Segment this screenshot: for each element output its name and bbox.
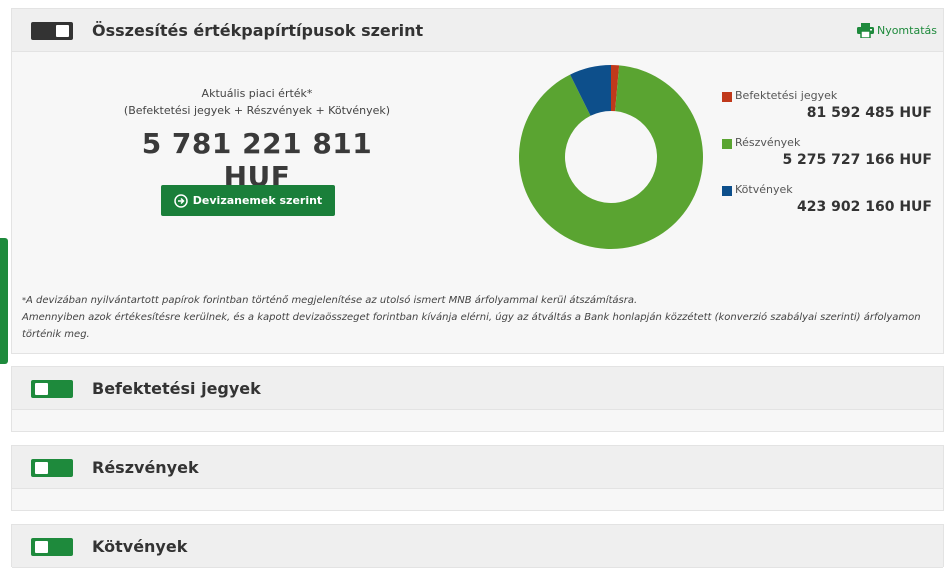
- section-title: Részvények: [92, 458, 199, 477]
- section-title: Kötvények: [92, 537, 188, 556]
- legend-swatch: [722, 92, 732, 102]
- currency-breakdown-button[interactable]: Devizanemek szerint: [161, 185, 335, 216]
- legend-label: Befektetési jegyek: [735, 89, 838, 102]
- section-toggle[interactable]: [31, 459, 73, 477]
- toggle-knob: [35, 541, 48, 553]
- currency-button-label: Devizanemek szerint: [192, 194, 323, 207]
- section-title: Befektetési jegyek: [92, 379, 261, 398]
- print-button[interactable]: Nyomtatás: [856, 23, 937, 38]
- summary-header: Összesítés értékpapírtípusok szerint Nyo…: [12, 9, 943, 52]
- legend-value: 423 902 160 HUF: [797, 199, 932, 215]
- section-body: [12, 410, 943, 430]
- section-bonds: Kötvények: [11, 524, 944, 568]
- total-market-value: 5 781 221 811 HUF: [141, 127, 373, 193]
- summary-toggle[interactable]: [31, 22, 73, 40]
- legend-value: 81 592 485 HUF: [806, 105, 932, 121]
- section-header: Részvények: [12, 446, 943, 489]
- market-value-sublabel: (Befektetési jegyek + Részvények + Kötvé…: [123, 104, 391, 117]
- allocation-donut-chart: [519, 65, 703, 250]
- summary-title: Összesítés értékpapírtípusok szerint: [92, 21, 424, 40]
- market-value-label: Aktuális piaci érték*: [201, 87, 313, 100]
- footnote-line2: Amennyiben azok értékesítésre kerülnek, …: [22, 312, 921, 340]
- side-feedback-tab[interactable]: [0, 238, 8, 364]
- legend-label: Részvények: [735, 136, 801, 149]
- summary-panel: Összesítés értékpapírtípusok szerint Nyo…: [11, 8, 944, 354]
- legend-label: Kötvények: [735, 183, 793, 196]
- footnote-line1: A devizában nyilvántartott papírok forin…: [26, 295, 638, 306]
- section-header: Kötvények: [12, 525, 943, 568]
- toggle-knob: [35, 383, 48, 395]
- section-toggle[interactable]: [31, 380, 73, 398]
- legend-item: Részvények 5 275 727 166 HUF: [722, 136, 932, 183]
- print-label: Nyomtatás: [876, 24, 937, 37]
- footnote: *A devizában nyilvántartott papírok fori…: [22, 292, 937, 343]
- legend-value: 5 275 727 166 HUF: [782, 152, 932, 168]
- legend-item: Kötvények 423 902 160 HUF: [722, 183, 932, 230]
- section-shares: Részvények: [11, 445, 944, 511]
- legend-item: Befektetési jegyek 81 592 485 HUF: [722, 89, 932, 136]
- section-toggle[interactable]: [31, 538, 73, 556]
- chart-legend: Befektetési jegyek 81 592 485 HUF Részvé…: [722, 89, 932, 230]
- toggle-knob: [35, 462, 48, 474]
- summary-body: Aktuális piaci érték* (Befektetési jegye…: [12, 52, 943, 352]
- arrow-circle-right-icon: [174, 193, 188, 208]
- section-investment-funds: Befektetési jegyek: [11, 366, 944, 432]
- printer-icon: [856, 23, 874, 38]
- section-header: Befektetési jegyek: [12, 367, 943, 410]
- section-body: [12, 489, 943, 509]
- legend-swatch: [722, 139, 732, 149]
- legend-swatch: [722, 186, 732, 196]
- toggle-knob: [56, 25, 69, 37]
